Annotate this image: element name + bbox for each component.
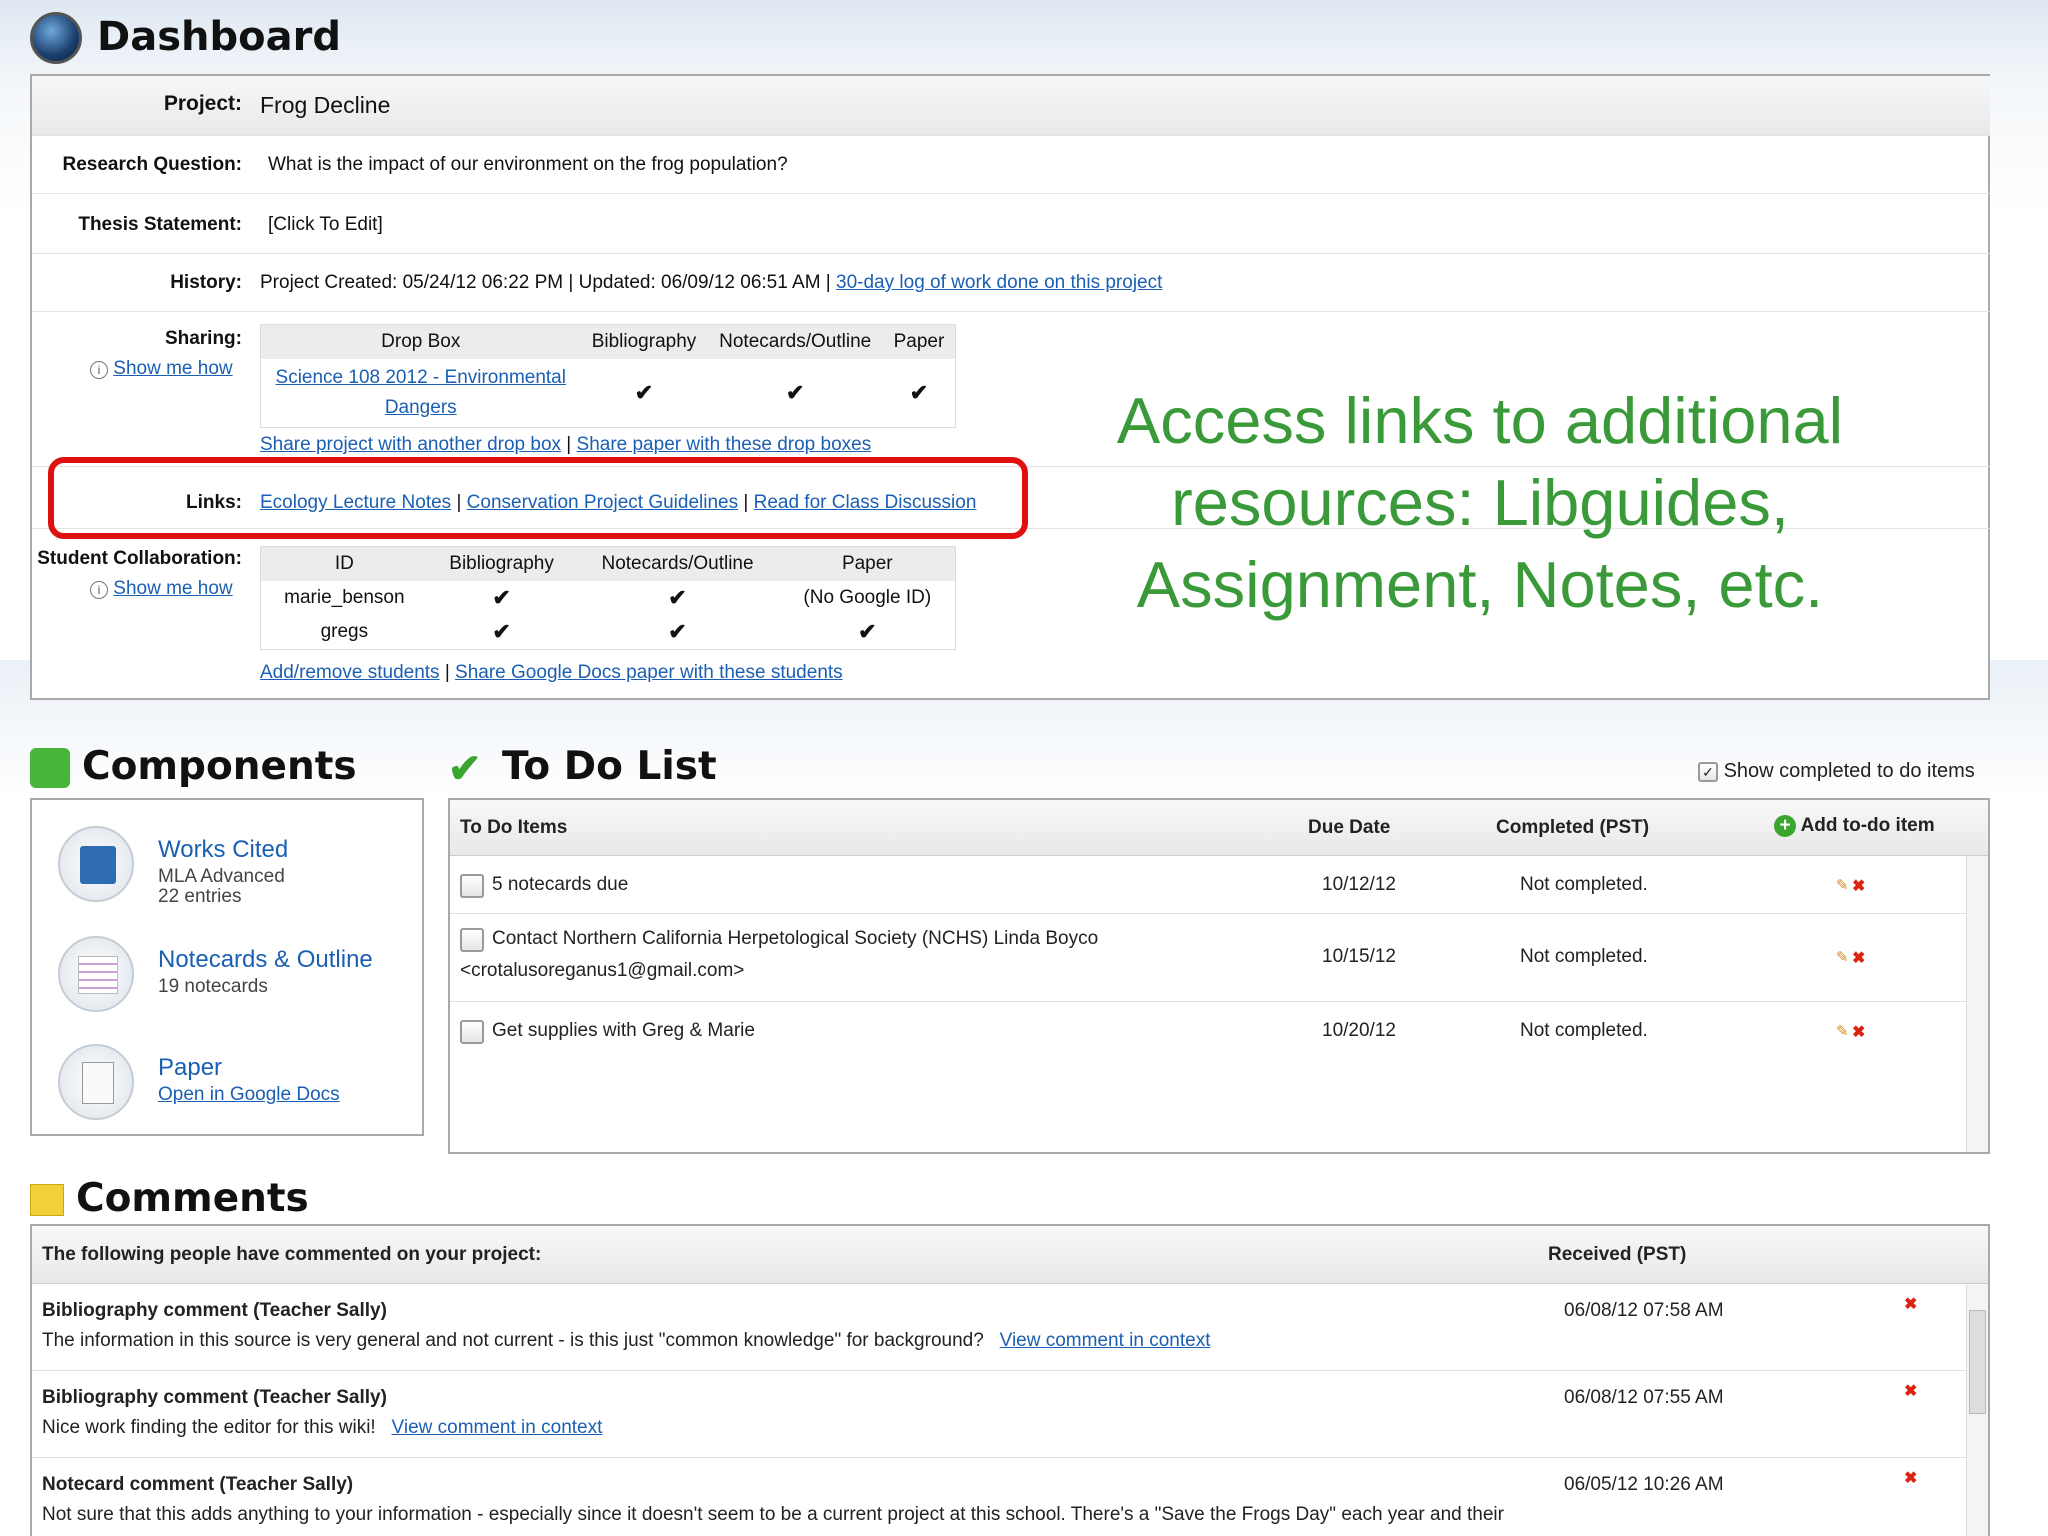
todo-title: To Do List [502, 744, 717, 789]
edit-pencil-icon[interactable]: ✎ [1836, 1022, 1849, 1040]
dashboard-globe-icon [30, 12, 82, 64]
components-panel: Works Cited MLA Advanced 22 entries Note… [30, 798, 424, 1136]
info-icon: i [90, 361, 108, 379]
open-google-docs-link[interactable]: Open in Google Docs [158, 1084, 340, 1106]
research-question-value[interactable]: What is the impact of our environment on… [268, 154, 788, 176]
check-icon: ✔ [785, 380, 805, 405]
check-icon: ✔ [634, 380, 654, 405]
todo-checkbox[interactable] [460, 928, 484, 952]
add-circle-icon[interactable]: + [1774, 815, 1796, 837]
check-icon: ✔ [668, 619, 687, 644]
todo-checkbox[interactable] [460, 1020, 484, 1044]
links-highlight-box [48, 457, 1028, 539]
comment-row: Bibliography comment (Teacher Sally) Nic… [32, 1371, 1966, 1458]
works-cited-link[interactable]: Works Cited [158, 836, 288, 864]
edit-pencil-icon[interactable]: ✎ [1836, 948, 1849, 966]
sharing-show-me-how-link[interactable]: Show me how [113, 358, 232, 379]
check-icon: ✔ [909, 380, 929, 405]
sharing-label: Sharing: [164, 328, 242, 349]
notecards-icon[interactable] [58, 936, 134, 1012]
check-icon: ✔ [492, 619, 511, 644]
history-value: Project Created: 05/24/12 06:22 PM | Upd… [260, 272, 831, 293]
comment-row: Notecard comment (Teacher Sally) Not sur… [42, 1468, 1918, 1525]
works-cited-icon[interactable] [58, 826, 134, 902]
student-id: gregs [320, 621, 369, 642]
collaboration-table: ID Bibliography Notecards/Outline Paper mar… [260, 546, 956, 650]
thesis-value[interactable]: [Click To Edit] [268, 214, 383, 236]
check-icon: ✔ [492, 585, 511, 610]
todo-row: Get supplies with Greg & Marie 10/20/12 … [450, 1002, 1966, 1060]
components-title: Components [82, 744, 357, 789]
page-title: Dashboard [97, 14, 341, 60]
show-completed-checkbox[interactable]: ✓ [1698, 761, 1718, 782]
delete-icon[interactable]: ✖ [1904, 1294, 1917, 1314]
edit-pencil-icon[interactable]: ✎ [1836, 876, 1849, 894]
sharing-table: Drop Box Bibliography Notecards/Outline Pap… [260, 324, 956, 428]
info-icon: i [90, 581, 108, 599]
sticky-note-icon [30, 1184, 64, 1216]
paper-icon[interactable] [58, 1044, 134, 1120]
delete-icon[interactable]: ✖ [1852, 948, 1865, 968]
project-row: Project: Frog Decline [32, 76, 1990, 136]
delete-icon[interactable]: ✖ [1852, 876, 1865, 896]
student-id: marie_benson [284, 587, 405, 608]
delete-icon[interactable]: ✖ [1904, 1381, 1917, 1401]
share-google-docs-link[interactable]: Share Google Docs paper with these stude… [455, 662, 843, 683]
history-log-link[interactable]: 30-day log of work done on this project [836, 272, 1162, 293]
add-remove-students-link[interactable]: Add/remove students [260, 662, 440, 683]
paper-link[interactable]: Paper [158, 1054, 222, 1082]
research-question-label: Research Question: [62, 154, 243, 175]
delete-icon[interactable]: ✖ [1904, 1468, 1917, 1488]
comment-row: Bibliography comment (Teacher Sally) The… [32, 1284, 1966, 1371]
history-label: History: [170, 272, 242, 293]
dropbox-link[interactable]: Science 108 2012 - Environmental Dangers [276, 367, 566, 418]
thesis-label: Thesis Statement: [78, 214, 242, 235]
comments-panel: The following people have commented on y… [30, 1224, 1990, 1536]
puzzle-icon [30, 748, 70, 788]
share-paper-link[interactable]: Share paper with these drop boxes [577, 434, 872, 455]
check-icon: ✔ [858, 619, 877, 644]
check-icon: ✔ [668, 585, 687, 610]
todo-scrollbar[interactable] [1966, 856, 1988, 1152]
comments-title: Comments [76, 1176, 309, 1221]
todo-row: 5 notecards due 10/12/12 Not completed. … [450, 856, 1966, 914]
comments-scrollbar[interactable] [1966, 1284, 1988, 1536]
collaboration-label: Student Collaboration: [37, 548, 242, 569]
notecards-outline-link[interactable]: Notecards & Outline [158, 946, 373, 974]
share-project-link[interactable]: Share project with another drop box [260, 434, 561, 455]
project-label: Project: [163, 92, 242, 115]
show-completed-label: Show completed to do items [1723, 760, 1975, 782]
view-comment-link[interactable]: View comment in context [1000, 1330, 1211, 1351]
todo-row: Contact Northern California Herpetologic… [450, 914, 1966, 1002]
todo-panel: To Do Items Due Date Completed (PST) + A… [448, 798, 1990, 1154]
collab-show-me-how-link[interactable]: Show me how [113, 578, 232, 599]
callout-text: Access links to additional resources: Li… [1116, 384, 1844, 621]
todo-checkbox[interactable] [460, 874, 484, 898]
add-todo-link[interactable]: Add to-do item [1801, 815, 1935, 836]
project-name: Frog Decline [260, 92, 391, 118]
checkmark-icon: ✔ [448, 747, 482, 791]
view-comment-link[interactable]: View comment in context [392, 1417, 603, 1438]
delete-icon[interactable]: ✖ [1852, 1022, 1865, 1042]
